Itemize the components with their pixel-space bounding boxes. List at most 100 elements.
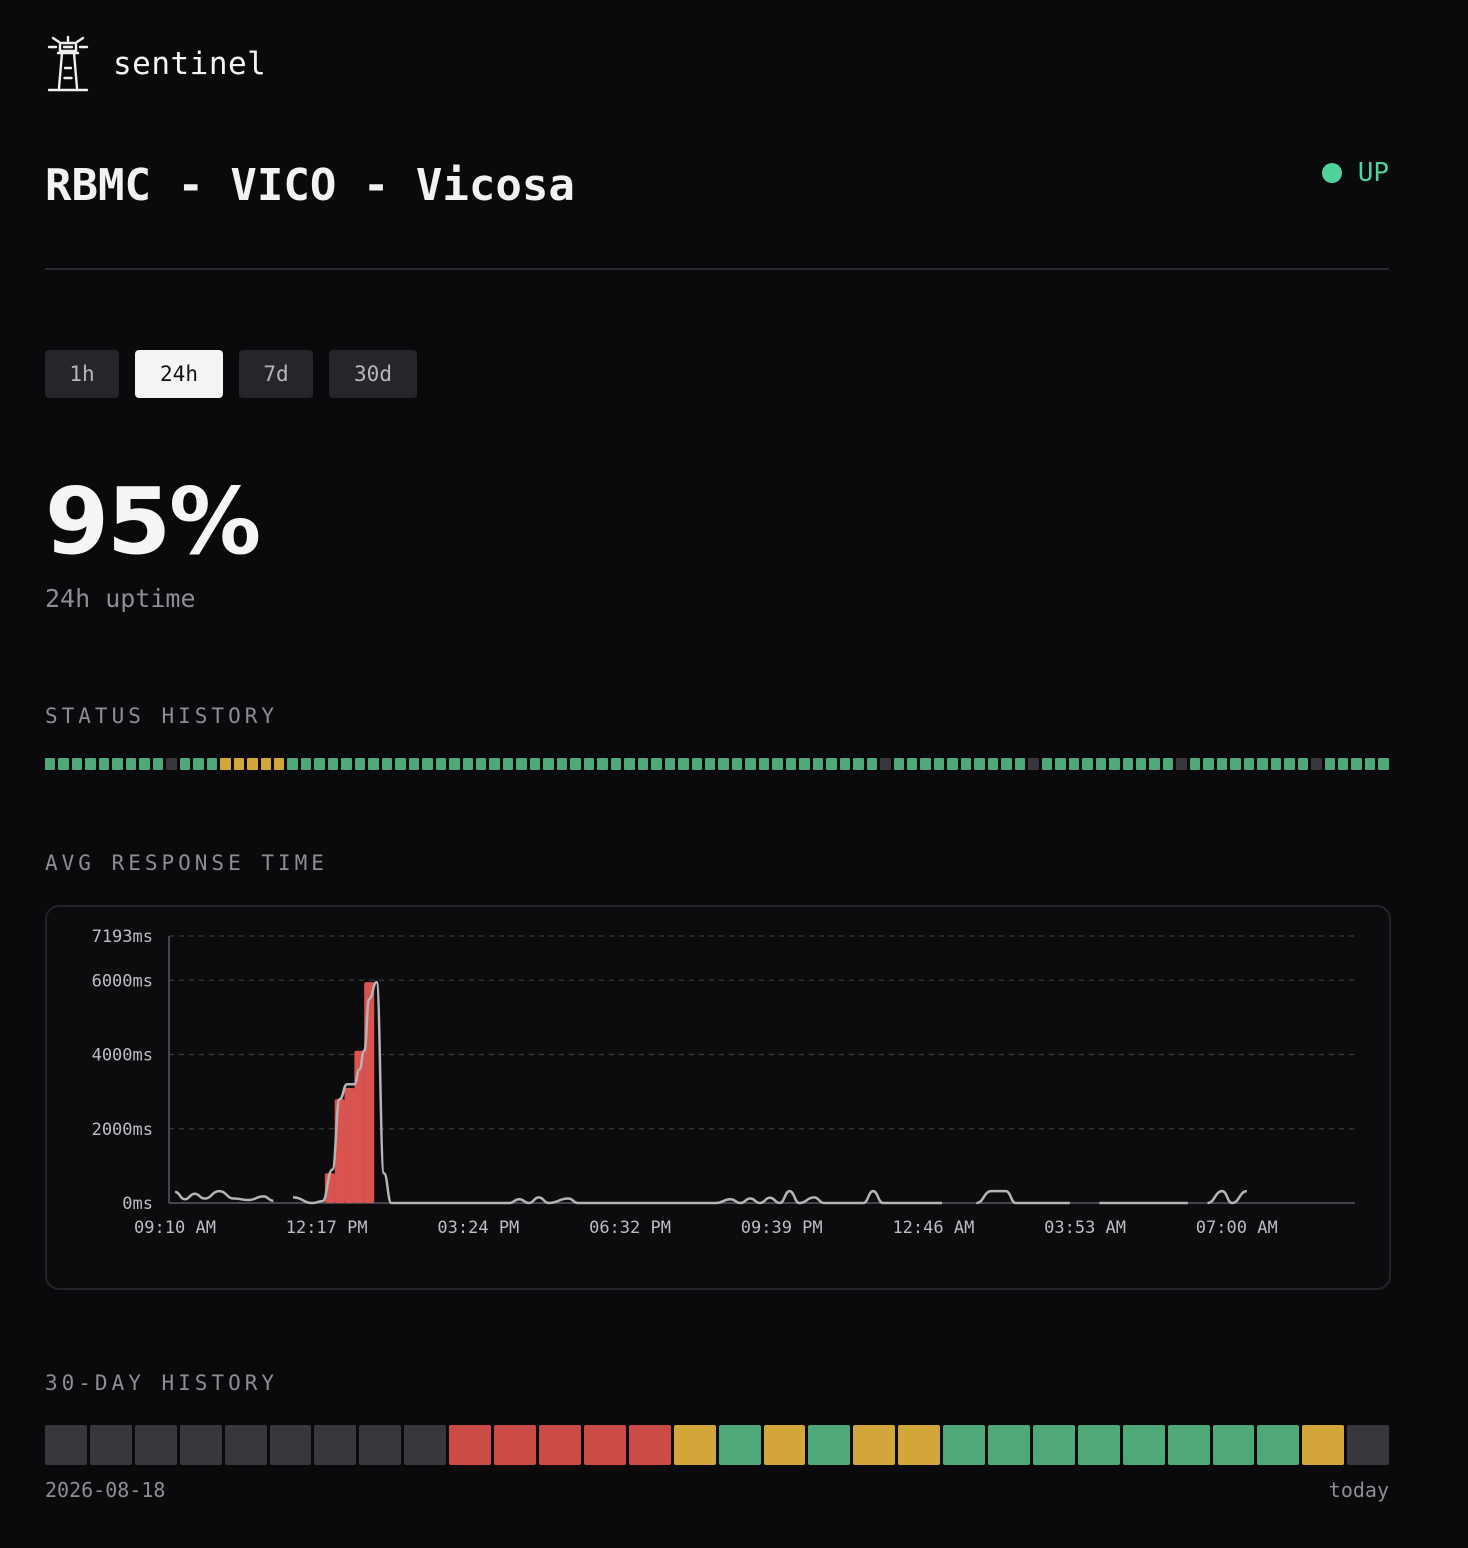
day-cell[interactable] <box>314 1425 357 1465</box>
day-cell[interactable] <box>404 1425 447 1465</box>
tab-1h[interactable]: 1h <box>45 350 119 398</box>
status-history-cell[interactable] <box>502 758 514 770</box>
status-history-cell[interactable] <box>758 758 770 770</box>
status-history-cell[interactable] <box>449 758 460 770</box>
status-history-cell[interactable] <box>570 758 581 770</box>
status-history-cell[interactable] <box>1176 758 1187 770</box>
status-history-cell[interactable] <box>664 758 676 770</box>
status-history-cell[interactable] <box>1068 758 1080 770</box>
status-history-cell[interactable] <box>624 758 635 770</box>
status-history-cell[interactable] <box>987 758 999 770</box>
status-history-cell[interactable] <box>71 758 83 770</box>
day-cell[interactable] <box>134 1425 177 1465</box>
status-history-cell[interactable] <box>745 758 756 770</box>
status-history-cell[interactable] <box>678 758 689 770</box>
day-cell[interactable] <box>898 1425 941 1465</box>
status-history-cell[interactable] <box>166 758 177 770</box>
status-history-cell[interactable] <box>125 758 137 770</box>
status-history-cell[interactable] <box>1028 758 1039 770</box>
status-history-cell[interactable] <box>1149 758 1160 770</box>
status-history-cell[interactable] <box>327 758 339 770</box>
status-history-cell[interactable] <box>1082 758 1093 770</box>
day-cell[interactable] <box>1212 1425 1255 1465</box>
status-history-cell[interactable] <box>691 758 702 770</box>
status-history-cell[interactable] <box>704 758 716 770</box>
status-history-cell[interactable] <box>1257 758 1268 770</box>
status-history-cell[interactable] <box>812 758 824 770</box>
day-cell[interactable] <box>224 1425 267 1465</box>
status-history-cell[interactable] <box>893 758 904 770</box>
day-cell[interactable] <box>988 1425 1030 1465</box>
status-history-cell[interactable] <box>112 758 123 770</box>
day-cell[interactable] <box>1167 1425 1210 1465</box>
status-history-cell[interactable] <box>1203 758 1214 770</box>
status-history-cell[interactable] <box>193 758 204 770</box>
day-cell[interactable] <box>583 1425 626 1465</box>
day-cell[interactable] <box>179 1425 222 1465</box>
day-cell[interactable] <box>808 1425 851 1465</box>
status-history-cell[interactable] <box>462 758 473 770</box>
response-time-chart[interactable]: 0ms 2000ms 4000ms 6000ms 7193ms 09:10 AM 12:17… <box>45 905 1391 1290</box>
status-history-cell[interactable] <box>947 758 958 770</box>
status-history-cell[interactable] <box>300 758 312 770</box>
status-history-cell[interactable] <box>1230 758 1241 770</box>
status-history-cell[interactable] <box>974 758 985 770</box>
status-history-cell[interactable] <box>1216 758 1228 770</box>
status-history-cell[interactable] <box>152 758 164 770</box>
status-history-cell[interactable] <box>1162 758 1174 770</box>
status-history-cell[interactable] <box>516 758 527 770</box>
status-history-cell[interactable] <box>718 758 729 770</box>
status-history-cell[interactable] <box>1095 758 1107 770</box>
status-history-cell[interactable] <box>435 758 447 770</box>
status-history-cell[interactable] <box>489 758 500 770</box>
day-cell[interactable] <box>853 1425 896 1465</box>
day-cell[interactable] <box>718 1425 761 1465</box>
status-history-cell[interactable] <box>1284 758 1295 770</box>
status-history-cell[interactable] <box>273 758 285 770</box>
status-history-cell[interactable] <box>98 758 110 770</box>
day-cell[interactable] <box>45 1425 87 1465</box>
status-history-cell[interactable] <box>1338 758 1349 770</box>
status-history-cell[interactable] <box>1311 758 1322 770</box>
status-history-cell[interactable] <box>907 758 918 770</box>
status-history-cell[interactable] <box>960 758 972 770</box>
day-cell[interactable] <box>1302 1425 1345 1465</box>
status-history-cell[interactable] <box>799 758 810 770</box>
status-history-cell[interactable] <box>543 758 554 770</box>
status-history-cell[interactable] <box>1270 758 1282 770</box>
status-history-cell[interactable] <box>597 758 608 770</box>
status-history-cell[interactable] <box>1135 758 1147 770</box>
status-history-cell[interactable] <box>651 758 662 770</box>
status-history-cell[interactable] <box>920 758 931 770</box>
status-history-cell[interactable] <box>785 758 797 770</box>
day-cell[interactable] <box>359 1425 402 1465</box>
status-history-cell[interactable] <box>866 758 878 770</box>
status-history-cell[interactable] <box>1122 758 1133 770</box>
status-history-cell[interactable] <box>247 758 258 770</box>
status-history-cell[interactable] <box>826 758 837 770</box>
status-history-cell[interactable] <box>1297 758 1309 770</box>
status-history-cell[interactable] <box>529 758 541 770</box>
day-cell[interactable] <box>1122 1425 1165 1465</box>
day-cell[interactable] <box>1032 1425 1075 1465</box>
day-cell[interactable] <box>1347 1425 1390 1465</box>
status-history-cell[interactable] <box>1014 758 1026 770</box>
status-history-cell[interactable] <box>341 758 352 770</box>
status-history-cell[interactable] <box>139 758 150 770</box>
status-history-cell[interactable] <box>58 758 69 770</box>
status-history-cell[interactable] <box>1351 758 1362 770</box>
status-history-cell[interactable] <box>1055 758 1066 770</box>
day-cell[interactable] <box>943 1425 986 1465</box>
day-cell[interactable] <box>269 1425 312 1465</box>
status-history-cell[interactable] <box>853 758 864 770</box>
status-history-cell[interactable] <box>206 758 218 770</box>
day-cell[interactable] <box>763 1425 806 1465</box>
status-history-cell[interactable] <box>637 758 649 770</box>
day-cell[interactable] <box>538 1425 581 1465</box>
status-history-cell[interactable] <box>1378 758 1389 770</box>
status-history-cell[interactable] <box>220 758 231 770</box>
day-cell[interactable] <box>673 1425 716 1465</box>
status-history-cell[interactable] <box>260 758 271 770</box>
status-history-cell[interactable] <box>880 758 891 770</box>
status-history-cell[interactable] <box>314 758 325 770</box>
